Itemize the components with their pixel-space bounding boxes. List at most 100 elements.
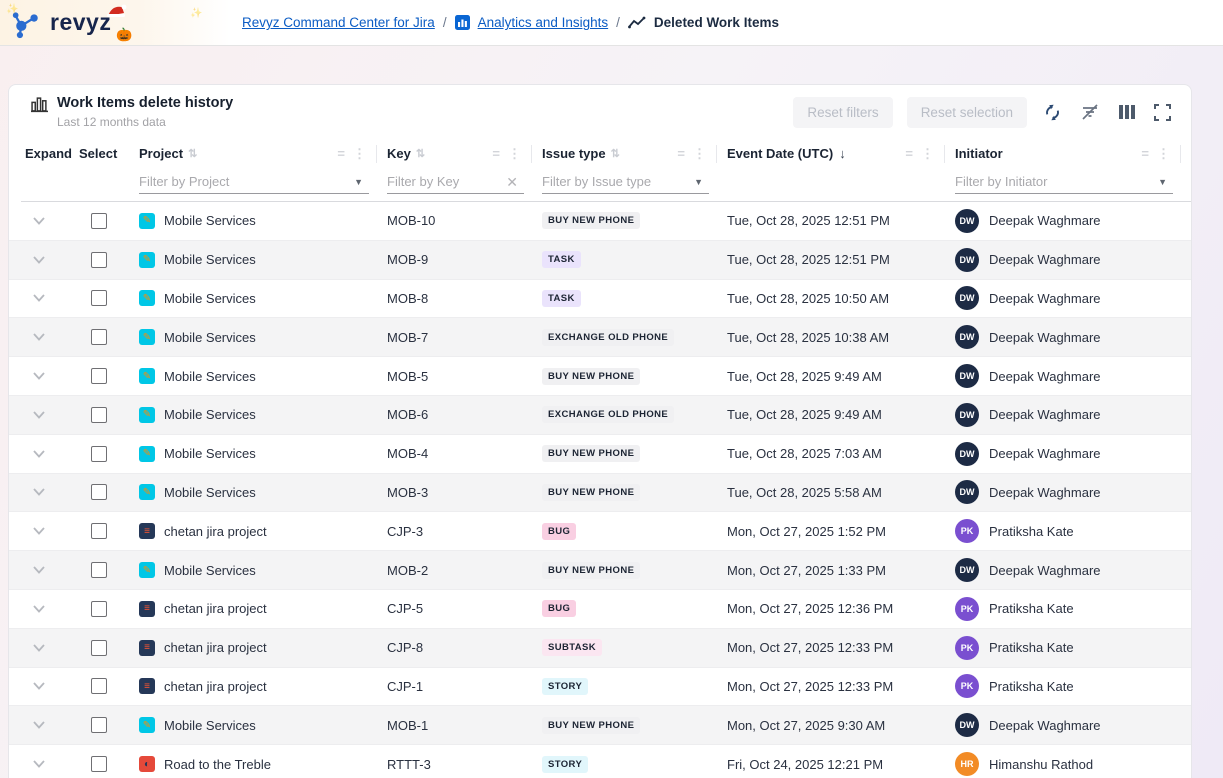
table-row[interactable]: ✎ Mobile Services MOB-4 BUY NEW PHONE Tu… bbox=[9, 435, 1191, 474]
row-checkbox[interactable] bbox=[91, 717, 107, 733]
project-name: chetan jira project bbox=[164, 524, 267, 539]
breadcrumb-link-analytics[interactable]: Analytics and Insights bbox=[478, 15, 609, 30]
expand-chevron-icon[interactable] bbox=[33, 605, 45, 613]
column-header-event-date[interactable]: Event Date (UTC)↓ =⋮ bbox=[727, 145, 955, 163]
table-row[interactable]: ✎ Mobile Services MOB-1 BUY NEW PHONE Mo… bbox=[9, 706, 1191, 745]
sort-desc-icon[interactable]: ↓ bbox=[839, 146, 846, 161]
table-row[interactable]: ≡ chetan jira project CJP-8 SUBTASK Mon,… bbox=[9, 629, 1191, 668]
expand-chevron-icon[interactable] bbox=[33, 488, 45, 496]
dropdown-caret-icon[interactable]: ▼ bbox=[354, 177, 363, 187]
column-header-project[interactable]: Project⇅ =⋮ bbox=[139, 145, 387, 163]
issue-key: CJP-3 bbox=[387, 524, 423, 539]
row-checkbox[interactable] bbox=[91, 601, 107, 617]
table-row[interactable]: ✎ Mobile Services MOB-7 EXCHANGE OLD PHO… bbox=[9, 318, 1191, 357]
row-checkbox[interactable] bbox=[91, 290, 107, 306]
expand-chevron-icon[interactable] bbox=[33, 566, 45, 574]
column-menu-icon[interactable]: ⋮ bbox=[921, 146, 934, 162]
clear-filter-icon[interactable]: ✕ bbox=[506, 174, 518, 191]
clear-filters-button[interactable] bbox=[1078, 101, 1102, 123]
table-row[interactable]: ≡ chetan jira project CJP-5 BUG Mon, Oct… bbox=[9, 590, 1191, 629]
bar-chart-icon bbox=[31, 96, 48, 113]
logo[interactable]: ✨ ✨ revyz 🎃 bbox=[0, 0, 230, 45]
resize-handle-icon[interactable]: = bbox=[1141, 146, 1149, 161]
expand-chevron-icon[interactable] bbox=[33, 721, 45, 729]
resize-handle-icon[interactable]: = bbox=[337, 146, 345, 161]
resize-handle-icon[interactable]: = bbox=[492, 146, 500, 161]
project-avatar-icon: ✎ bbox=[139, 329, 155, 345]
row-checkbox[interactable] bbox=[91, 756, 107, 772]
column-menu-icon[interactable]: ⋮ bbox=[693, 146, 706, 162]
initiator-name: Deepak Waghmare bbox=[989, 252, 1101, 267]
sort-icon[interactable]: ⇅ bbox=[611, 147, 620, 160]
table-row[interactable]: ≡ chetan jira project CJP-1 STORY Mon, O… bbox=[9, 668, 1191, 707]
expand-chevron-icon[interactable] bbox=[33, 294, 45, 302]
issue-key: MOB-6 bbox=[387, 407, 428, 422]
table-row[interactable]: ✎ Mobile Services MOB-2 BUY NEW PHONE Mo… bbox=[9, 551, 1191, 590]
dropdown-caret-icon[interactable]: ▼ bbox=[694, 177, 703, 187]
project-name: Mobile Services bbox=[164, 330, 256, 345]
key-filter-input[interactable] bbox=[387, 171, 524, 194]
column-menu-icon[interactable]: ⋮ bbox=[508, 146, 521, 162]
row-checkbox[interactable] bbox=[91, 446, 107, 462]
issue-key: CJP-8 bbox=[387, 640, 423, 655]
fullscreen-button[interactable] bbox=[1152, 102, 1173, 123]
columns-button[interactable] bbox=[1116, 102, 1138, 122]
expand-chevron-icon[interactable] bbox=[33, 217, 45, 225]
sort-icon[interactable]: ⇅ bbox=[416, 147, 425, 160]
event-date: Tue, Oct 28, 2025 7:03 AM bbox=[727, 446, 882, 461]
initiator-filter-input[interactable] bbox=[955, 171, 1173, 194]
row-checkbox[interactable] bbox=[91, 562, 107, 578]
expand-chevron-icon[interactable] bbox=[33, 527, 45, 535]
breadcrumb-link-command-center[interactable]: Revyz Command Center for Jira bbox=[242, 15, 435, 30]
table-row[interactable]: ✎ Mobile Services MOB-8 TASK Tue, Oct 28… bbox=[9, 280, 1191, 319]
reset-selection-button[interactable]: Reset selection bbox=[907, 97, 1027, 128]
initiator-avatar: DW bbox=[955, 558, 979, 582]
resize-handle-icon[interactable]: = bbox=[905, 146, 913, 161]
expand-chevron-icon[interactable] bbox=[33, 411, 45, 419]
table-row[interactable]: ✎ Mobile Services MOB-9 TASK Tue, Oct 28… bbox=[9, 241, 1191, 280]
issue-type-badge: BUY NEW PHONE bbox=[542, 562, 640, 579]
table-row[interactable]: ✎ Mobile Services MOB-3 BUY NEW PHONE Tu… bbox=[9, 474, 1191, 513]
pumpkin-icon: 🎃 bbox=[116, 27, 132, 43]
row-checkbox[interactable] bbox=[91, 523, 107, 539]
project-filter: ▼ bbox=[139, 171, 387, 194]
column-header-issue-type[interactable]: Issue type⇅ =⋮ bbox=[542, 145, 727, 163]
row-checkbox[interactable] bbox=[91, 484, 107, 500]
expand-chevron-icon[interactable] bbox=[33, 256, 45, 264]
expand-chevron-icon[interactable] bbox=[33, 372, 45, 380]
event-date: Tue, Oct 28, 2025 12:51 PM bbox=[727, 252, 890, 267]
column-menu-icon[interactable]: ⋮ bbox=[353, 146, 366, 162]
row-checkbox[interactable] bbox=[91, 213, 107, 229]
logo-text: revyz bbox=[50, 9, 111, 36]
expand-chevron-icon[interactable] bbox=[33, 682, 45, 690]
table-row[interactable]: ✎ Mobile Services MOB-6 EXCHANGE OLD PHO… bbox=[9, 396, 1191, 435]
refresh-button[interactable] bbox=[1041, 101, 1064, 124]
column-menu-icon[interactable]: ⋮ bbox=[1157, 146, 1170, 162]
expand-chevron-icon[interactable] bbox=[33, 333, 45, 341]
issue-type-badge: BUY NEW PHONE bbox=[542, 445, 640, 462]
sort-icon[interactable]: ⇅ bbox=[188, 147, 197, 160]
row-checkbox[interactable] bbox=[91, 407, 107, 423]
column-header-initiator[interactable]: Initiator =⋮ bbox=[955, 145, 1191, 163]
table-row[interactable]: ◐ Road to the Treble RTTT-3 STORY Fri, O… bbox=[9, 745, 1191, 778]
column-header-key[interactable]: Key⇅ =⋮ bbox=[387, 145, 542, 163]
resize-handle-icon[interactable]: = bbox=[677, 146, 685, 161]
expand-chevron-icon[interactable] bbox=[33, 450, 45, 458]
row-checkbox[interactable] bbox=[91, 329, 107, 345]
event-date: Tue, Oct 28, 2025 12:51 PM bbox=[727, 213, 890, 228]
issue-type-filter-input[interactable] bbox=[542, 171, 709, 194]
row-checkbox[interactable] bbox=[91, 252, 107, 268]
table-row[interactable]: ✎ Mobile Services MOB-10 BUY NEW PHONE T… bbox=[9, 202, 1191, 241]
initiator-avatar: DW bbox=[955, 364, 979, 388]
table-row[interactable]: ≡ chetan jira project CJP-3 BUG Mon, Oct… bbox=[9, 512, 1191, 551]
table-row[interactable]: ✎ Mobile Services MOB-5 BUY NEW PHONE Tu… bbox=[9, 357, 1191, 396]
dropdown-caret-icon[interactable]: ▼ bbox=[1158, 177, 1167, 187]
row-checkbox[interactable] bbox=[91, 678, 107, 694]
reset-filters-button[interactable]: Reset filters bbox=[793, 97, 892, 128]
row-checkbox[interactable] bbox=[91, 640, 107, 656]
row-checkbox[interactable] bbox=[91, 368, 107, 384]
expand-chevron-icon[interactable] bbox=[33, 644, 45, 652]
issue-key: MOB-9 bbox=[387, 252, 428, 267]
project-filter-input[interactable] bbox=[139, 171, 369, 194]
expand-chevron-icon[interactable] bbox=[33, 760, 45, 768]
